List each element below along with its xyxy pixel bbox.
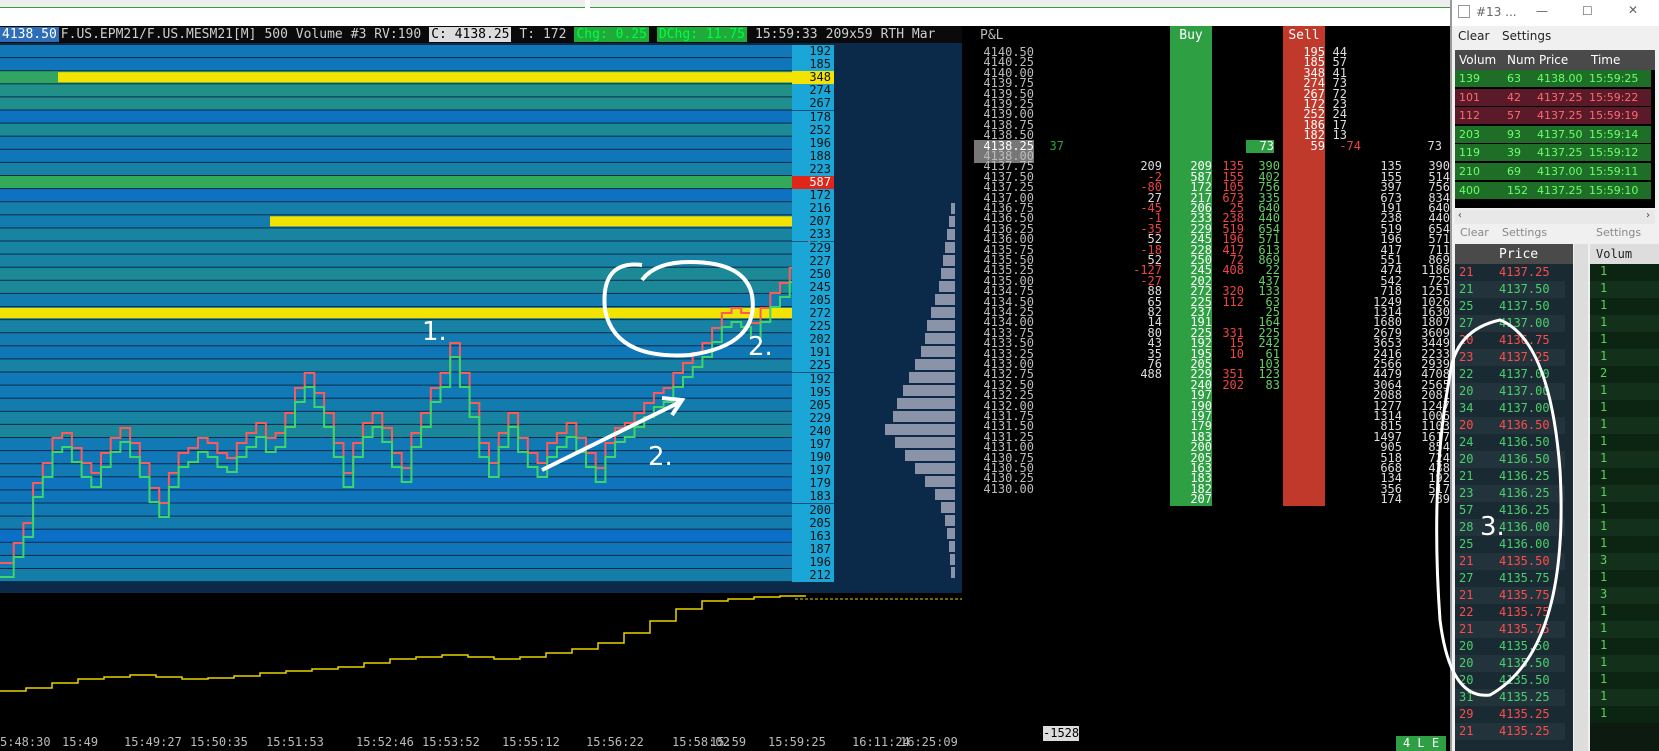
annotation-oval [1435, 318, 1563, 697]
annotation-label: 1. [422, 317, 447, 347]
annotation-label: 2. [648, 442, 673, 472]
annotation-circle [602, 259, 755, 358]
annotation-label: 3. [1480, 512, 1505, 542]
annotation-overlay: 1. 2. 2. 3. [422, 259, 1563, 697]
annotation-label: 2. [748, 332, 773, 362]
